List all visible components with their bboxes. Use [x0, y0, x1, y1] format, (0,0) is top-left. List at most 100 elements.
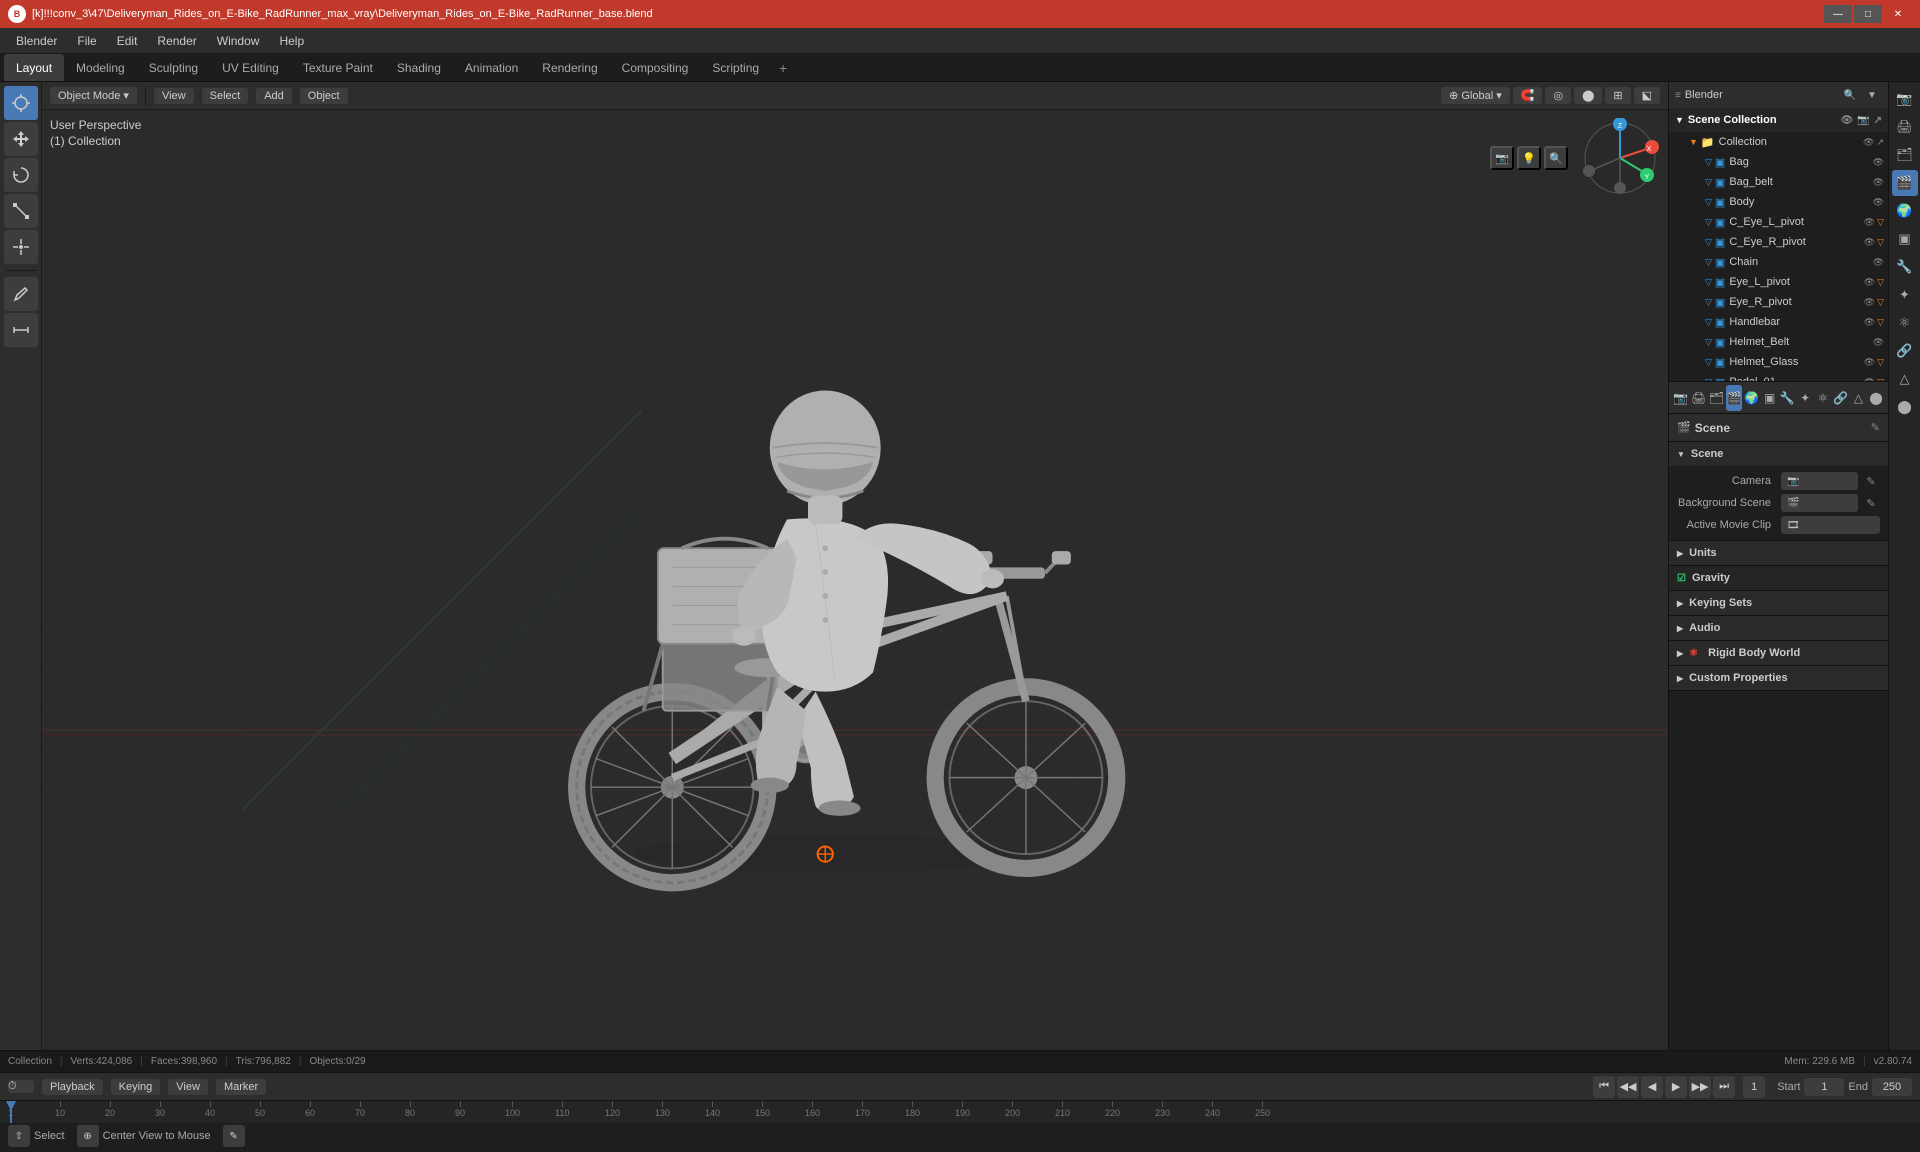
prop-tab-constraints[interactable]: 🔗	[1833, 385, 1849, 411]
active-movie-clip-value[interactable]: 🎞	[1781, 516, 1880, 534]
prop-tab-objectdata[interactable]: △	[1851, 385, 1867, 411]
prop-tab-particles[interactable]: ✦	[1797, 385, 1813, 411]
menu-blender[interactable]: Blender	[8, 32, 65, 50]
ceyel-eye[interactable]: 👁	[1864, 217, 1875, 228]
jump-to-start-button[interactable]: ⏮	[1593, 1076, 1615, 1098]
rigid-body-section-header[interactable]: ⚛ Rigid Body World	[1669, 641, 1888, 665]
timeline-playhead[interactable]	[10, 1101, 12, 1123]
viewport-lights-button[interactable]: 💡	[1517, 146, 1541, 170]
scene-collection-eye[interactable]: 👁	[1840, 115, 1853, 126]
collection-cam-icon[interactable]: ↗	[1876, 137, 1884, 148]
eyelp-eye[interactable]: 👁	[1864, 277, 1875, 288]
sidebar-prop-scene[interactable]: 🎬	[1892, 170, 1918, 196]
list-item[interactable]: ▽ ▣ Body 👁	[1669, 192, 1888, 212]
transform-tool-button[interactable]	[4, 230, 38, 264]
scale-tool-button[interactable]	[4, 194, 38, 228]
camera-edit-icon[interactable]: ✎	[1862, 472, 1880, 490]
view-menu-button[interactable]: View	[154, 88, 194, 104]
start-frame-input[interactable]: 1	[1804, 1078, 1844, 1096]
viewport-search-button[interactable]: 🔍	[1544, 146, 1568, 170]
menu-file[interactable]: File	[69, 32, 104, 50]
tab-uv-editing[interactable]: UV Editing	[210, 54, 291, 81]
outliner-search-button[interactable]: 🔍	[1840, 85, 1860, 105]
background-scene-value[interactable]: 🎬	[1781, 494, 1858, 512]
viewport-canvas[interactable]: User Perspective (1) Collection X	[42, 110, 1668, 1072]
menu-window[interactable]: Window	[209, 32, 268, 50]
helmb-eye[interactable]: 👁	[1873, 337, 1884, 348]
timeline-icon-btn[interactable]: ⏱	[8, 1080, 34, 1093]
marker-button[interactable]: Marker	[216, 1079, 266, 1095]
sidebar-prop-object[interactable]: ▣	[1892, 226, 1918, 252]
sidebar-prop-world[interactable]: 🌍	[1892, 198, 1918, 224]
prop-tab-object[interactable]: ▣	[1762, 385, 1778, 411]
current-frame-display[interactable]: 1	[1743, 1076, 1765, 1098]
jump-to-end-button[interactable]: ⏭	[1713, 1076, 1735, 1098]
tab-scripting[interactable]: Scripting	[700, 54, 771, 81]
list-item[interactable]: ▽ ▣ Handlebar 👁 ▽	[1669, 312, 1888, 332]
prop-tab-output[interactable]: 🖨	[1691, 385, 1707, 411]
sidebar-prop-particles[interactable]: ✦	[1892, 282, 1918, 308]
proportional-edit-button[interactable]: ◎	[1545, 87, 1571, 104]
list-item[interactable]: ▽ ▣ C_Eye_R_pivot 👁 ▽	[1669, 232, 1888, 252]
prop-tab-scene[interactable]: 🎬	[1726, 385, 1742, 411]
eyerp-eye[interactable]: 👁	[1864, 297, 1875, 308]
tab-shading[interactable]: Shading	[385, 54, 453, 81]
playback-button[interactable]: Playback	[42, 1079, 103, 1095]
tab-compositing[interactable]: Compositing	[610, 54, 701, 81]
tab-texture-paint[interactable]: Texture Paint	[291, 54, 385, 81]
move-tool-button[interactable]	[4, 122, 38, 156]
rotate-tool-button[interactable]	[4, 158, 38, 192]
menu-edit[interactable]: Edit	[109, 32, 146, 50]
sidebar-prop-output[interactable]: 🖨	[1892, 114, 1918, 140]
scene-section-header[interactable]: Scene	[1669, 442, 1888, 466]
keying-button[interactable]: Keying	[111, 1079, 161, 1095]
prop-tab-material[interactable]: ⬤	[1868, 385, 1884, 411]
outliner-collection[interactable]: ▼ 📁 Collection 👁 ↗	[1669, 132, 1888, 152]
menu-render[interactable]: Render	[149, 32, 204, 50]
scene-collection-row[interactable]: ▼ Scene Collection 👁 📷 ↗	[1669, 108, 1888, 132]
list-item[interactable]: ▽ ▣ Pedal_01 👁 ▽	[1669, 372, 1888, 382]
bg-scene-edit-icon[interactable]: ✎	[1862, 494, 1880, 512]
list-item[interactable]: ▽ ▣ Eye_R_pivot 👁 ▽	[1669, 292, 1888, 312]
end-frame-input[interactable]: 250	[1872, 1078, 1912, 1096]
tab-modeling[interactable]: Modeling	[64, 54, 137, 81]
sidebar-prop-material[interactable]: ⬤	[1892, 394, 1918, 420]
measure-tool-button[interactable]	[4, 313, 38, 347]
close-button[interactable]: ✕	[1884, 5, 1912, 23]
tab-sculpting[interactable]: Sculpting	[137, 54, 210, 81]
list-item[interactable]: ▽ ▣ Bag 👁	[1669, 152, 1888, 172]
scene-properties-button[interactable]: ✎	[1871, 421, 1880, 434]
prop-tab-physics[interactable]: ⚛	[1815, 385, 1831, 411]
bagbelt-eye[interactable]: 👁	[1873, 177, 1884, 188]
custom-props-section-header[interactable]: Custom Properties	[1669, 666, 1888, 690]
gravity-checkbox[interactable]: ☑	[1677, 573, 1686, 584]
cursor-tool-button[interactable]	[4, 86, 38, 120]
xray-button[interactable]: ⬕	[1634, 87, 1660, 104]
scene-collection-camera[interactable]: 📷	[1857, 115, 1869, 126]
list-item[interactable]: ▽ ▣ Bag_belt 👁	[1669, 172, 1888, 192]
sidebar-prop-modifier[interactable]: 🔧	[1892, 254, 1918, 280]
timeline-ruler[interactable]: 1 10 20 30 40 50 60 70	[0, 1101, 1920, 1123]
camera-value[interactable]: 📷	[1781, 472, 1858, 490]
prop-tab-render[interactable]: 📷	[1673, 385, 1689, 411]
sidebar-prop-render[interactable]: 📷	[1892, 86, 1918, 112]
list-item[interactable]: ▽ ▣ Helmet_Glass 👁 ▽	[1669, 352, 1888, 372]
next-keyframe-button[interactable]: ▶▶	[1689, 1076, 1711, 1098]
sidebar-prop-objectdata[interactable]: △	[1892, 366, 1918, 392]
object-menu-button[interactable]: Object	[300, 88, 348, 104]
ceyer-eye[interactable]: 👁	[1864, 237, 1875, 248]
sidebar-prop-physics[interactable]: ⚛	[1892, 310, 1918, 336]
add-menu-button[interactable]: Add	[256, 88, 292, 104]
list-item[interactable]: ▽ ▣ C_Eye_L_pivot 👁 ▽	[1669, 212, 1888, 232]
maximize-button[interactable]: □	[1854, 5, 1882, 23]
viewport[interactable]: Object Mode ▾ View Select Add Object ⊕ G…	[42, 82, 1668, 1072]
handlebar-eye[interactable]: 👁	[1864, 317, 1875, 328]
play-reverse-button[interactable]: ◀	[1641, 1076, 1663, 1098]
tab-layout[interactable]: Layout	[4, 54, 64, 81]
list-item[interactable]: ▽ ▣ Chain 👁	[1669, 252, 1888, 272]
collection-vis-icon[interactable]: 👁	[1863, 137, 1874, 148]
sidebar-prop-constraints[interactable]: 🔗	[1892, 338, 1918, 364]
body-eye[interactable]: 👁	[1873, 197, 1884, 208]
play-button[interactable]: ▶	[1665, 1076, 1687, 1098]
select-menu-button[interactable]: Select	[202, 88, 249, 104]
